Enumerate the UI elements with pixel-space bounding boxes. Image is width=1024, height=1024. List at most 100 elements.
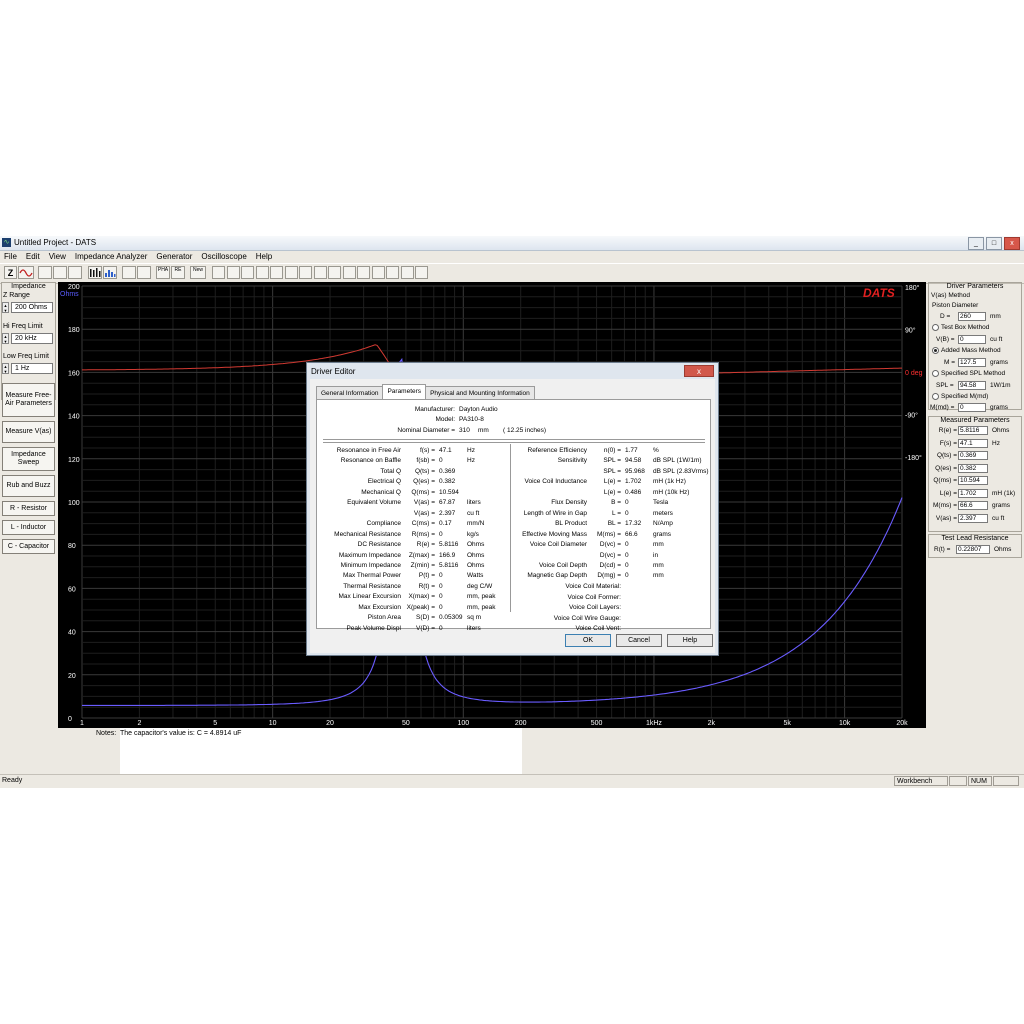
radio-icon[interactable] [932, 370, 939, 377]
menu-generator[interactable]: Generator [156, 251, 192, 262]
voice-coil-text-field[interactable] [625, 604, 705, 612]
menu-edit[interactable]: Edit [26, 251, 40, 262]
measured-value[interactable]: 5.8116 [958, 426, 988, 435]
measured-value[interactable]: 66.6 [958, 501, 988, 510]
tab-physical-mounting[interactable]: Physical and Mounting Information [425, 386, 535, 399]
impedance-mode-button[interactable]: Z [4, 266, 17, 279]
radio-selected-icon[interactable] [932, 347, 939, 354]
param-value[interactable]: 0 [439, 583, 465, 591]
param-value[interactable]: 0.486 [625, 489, 651, 497]
memory-slot-button[interactable] [255, 266, 269, 279]
spectrum-bars-icon[interactable] [88, 266, 102, 279]
memory-slot-button[interactable] [400, 266, 414, 279]
memory-slot-button[interactable] [415, 266, 428, 279]
param-value[interactable]: 2.397 [439, 510, 465, 518]
toolbar-button-a[interactable] [38, 266, 52, 279]
spin-arrows-icon[interactable]: ▲ ▼ [2, 302, 9, 313]
re-button[interactable]: RE [171, 266, 185, 279]
test-lead-resistance-input[interactable]: 0.22807 [956, 545, 990, 554]
piston-diameter-input[interactable]: 260 [958, 312, 986, 321]
spin-arrows-icon[interactable]: ▲ ▼ [2, 363, 9, 374]
measured-value[interactable]: 1.702 [958, 488, 988, 498]
param-value[interactable]: 47.1 [439, 447, 465, 455]
param-value[interactable]: 94.58 [625, 457, 651, 465]
voice-coil-text-field[interactable] [625, 583, 705, 591]
menu-oscilloscope[interactable]: Oscilloscope [201, 251, 246, 262]
param-value[interactable]: 0 [625, 499, 651, 507]
sine-wave-icon[interactable] [18, 266, 34, 279]
memory-slot-button[interactable] [299, 266, 312, 279]
probe-icon[interactable] [122, 266, 136, 279]
param-value[interactable]: 1.77 [625, 447, 651, 455]
measured-value[interactable]: 0.369 [958, 451, 988, 460]
param-value[interactable]: 0 [625, 552, 651, 560]
bar-graph-icon[interactable] [103, 266, 117, 279]
memory-slot-button[interactable] [342, 266, 356, 279]
voice-coil-text-field[interactable] [625, 594, 705, 602]
menu-view[interactable]: View [49, 251, 66, 262]
added-mass-radio[interactable]: Added Mass Method [932, 347, 1001, 354]
param-value[interactable]: 0.369 [439, 468, 465, 476]
param-value[interactable]: 0.382 [439, 478, 465, 486]
memory-slot-button[interactable] [313, 266, 327, 279]
hifreq-spinner[interactable]: ▲ ▼ 20 kHz [2, 333, 54, 344]
memory-slot-button[interactable] [241, 266, 254, 279]
specified-spl-radio[interactable]: Specified SPL Method [932, 370, 1005, 377]
mmd-input[interactable]: 0 [958, 403, 986, 412]
voice-coil-text-field[interactable] [625, 615, 705, 623]
param-value[interactable]: 0.05309 [439, 614, 465, 622]
inductor-button[interactable]: L - Inductor [2, 520, 55, 535]
measure-vas-button[interactable]: Measure V(as) [2, 421, 55, 443]
added-mass-input[interactable]: 127.5 [958, 358, 986, 367]
param-value[interactable]: 0.17 [439, 520, 465, 528]
help-button[interactable]: Help [667, 634, 713, 647]
param-value[interactable]: 10.594 [439, 489, 465, 497]
measured-value[interactable]: 10.594 [958, 476, 988, 485]
param-value[interactable]: 0 [439, 593, 465, 601]
radio-icon[interactable] [932, 324, 939, 331]
param-value[interactable]: 0 [625, 572, 651, 580]
hifreq-value[interactable]: 20 kHz [11, 333, 53, 344]
test-box-volume-input[interactable]: 0 [958, 335, 986, 344]
measured-value[interactable]: 47.1 [958, 438, 988, 448]
measured-value[interactable]: 0.382 [958, 463, 988, 473]
impedance-sweep-button[interactable]: Impedance Sweep [2, 447, 55, 471]
param-value[interactable]: 5.8116 [439, 541, 465, 549]
menu-help[interactable]: Help [256, 251, 272, 262]
menu-file[interactable]: File [4, 251, 17, 262]
radio-icon[interactable] [932, 393, 939, 400]
zrange-value[interactable]: 200 Ohms [11, 302, 53, 313]
param-value[interactable]: 1.702 [625, 478, 651, 486]
menu-impedance-analyzer[interactable]: Impedance Analyzer [75, 251, 148, 262]
param-value[interactable]: 66.6 [625, 531, 651, 539]
memory-slot-button[interactable] [371, 266, 385, 279]
maximize-icon[interactable]: □ [986, 237, 1002, 250]
param-value[interactable]: 0 [439, 457, 465, 465]
minimize-icon[interactable]: _ [968, 237, 984, 250]
lowfreq-value[interactable]: 1 Hz [11, 363, 53, 374]
measure-free-air-button[interactable]: Measure Free-Air Parameters [2, 383, 55, 417]
memory-slot-button[interactable] [386, 266, 399, 279]
param-value[interactable]: 0 [625, 562, 651, 570]
param-value[interactable]: 0 [439, 604, 465, 612]
help-cursor-icon[interactable] [137, 266, 151, 279]
specified-mmd-radio[interactable]: Specified M(md) [932, 393, 988, 400]
param-value[interactable]: 0 [625, 541, 651, 549]
cancel-button[interactable]: Cancel [616, 634, 662, 647]
tab-general-information[interactable]: General Information [316, 386, 384, 399]
lowfreq-spinner[interactable]: ▲ ▼ 1 Hz [2, 363, 54, 374]
memory-slot-button[interactable] [226, 266, 240, 279]
param-value[interactable]: 0 [439, 572, 465, 580]
resistor-button[interactable]: R - Resistor [2, 501, 55, 516]
capacitor-button[interactable]: C - Capacitor [2, 539, 55, 554]
param-value[interactable]: 0 [439, 625, 465, 633]
zrange-spinner[interactable]: ▲ ▼ 200 Ohms [2, 302, 54, 313]
close-icon[interactable]: x [1004, 237, 1020, 250]
dialog-close-icon[interactable]: x [684, 365, 714, 377]
measured-value[interactable]: 2.397 [958, 513, 988, 523]
toolbar-button-c[interactable] [68, 266, 82, 279]
manufacturer-value[interactable]: Dayton Audio [459, 406, 498, 414]
memory-slot-button[interactable] [328, 266, 341, 279]
memory-slot-button[interactable] [284, 266, 298, 279]
ok-button[interactable]: OK [565, 634, 611, 647]
